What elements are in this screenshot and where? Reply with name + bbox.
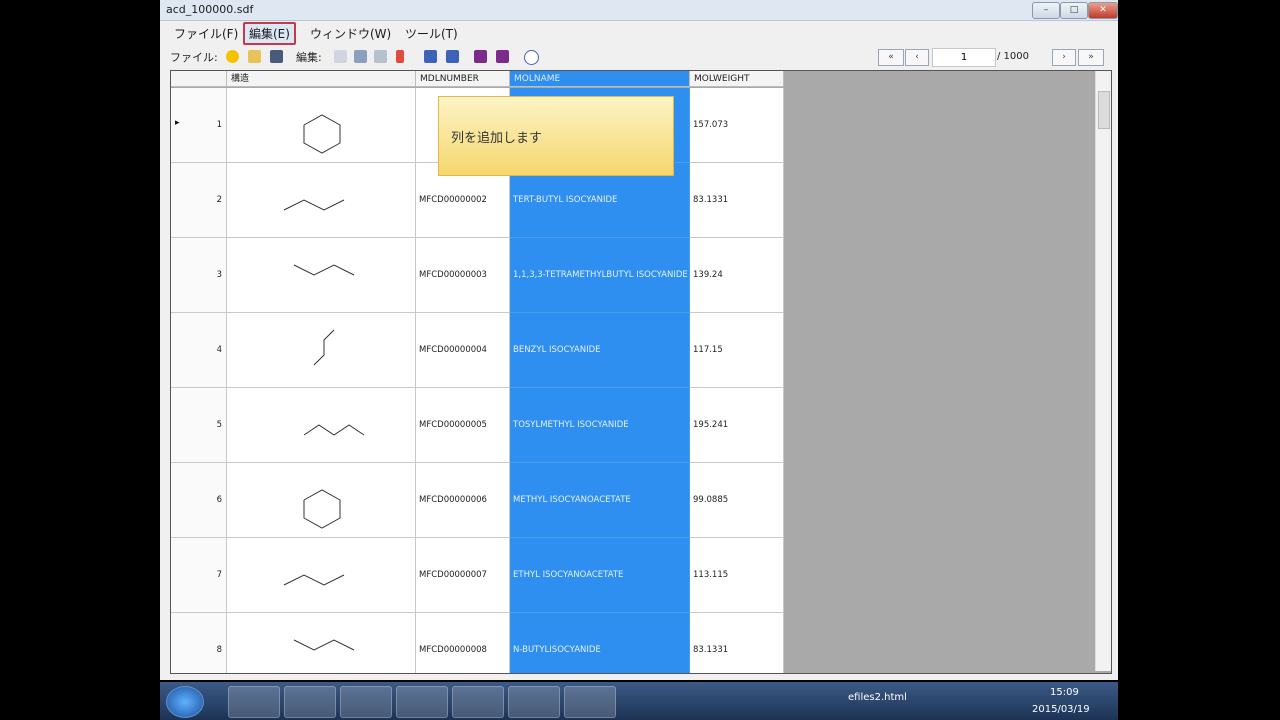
molecule-structure-image: [293, 639, 355, 651]
first-page-button[interactable]: «: [878, 49, 904, 66]
file-toolbar-label: ファイル:: [170, 51, 218, 64]
row-header-corner: [171, 71, 227, 87]
mdlnumber-cell[interactable]: MFCD00000005: [416, 388, 510, 463]
current-row-indicator-icon: ▸: [175, 118, 180, 128]
delete-icon[interactable]: [396, 50, 404, 63]
molweight-cell[interactable]: 117.15: [690, 313, 784, 388]
mdlnumber-cell[interactable]: MFCD00000004: [416, 313, 510, 388]
delete-column-icon[interactable]: [496, 50, 509, 63]
page-number-input[interactable]: 1: [932, 48, 996, 67]
menu-tools[interactable]: ツール(T): [401, 24, 462, 43]
title-bar: acd_100000.sdf – □ ✕: [160, 0, 1118, 21]
structure-cell[interactable]: [227, 313, 416, 388]
column-header-mdlnumber[interactable]: MDLNUMBER: [416, 71, 510, 87]
taskbar-outlook-icon[interactable]: [396, 686, 448, 718]
column-header-structure[interactable]: 構造: [227, 71, 416, 87]
delete-row-icon[interactable]: [474, 50, 487, 63]
molecule-structure-image: [293, 264, 355, 276]
molecule-structure-image: [303, 489, 341, 529]
column-header-molname[interactable]: MOLNAME: [510, 71, 690, 87]
application-window: acd_100000.sdf – □ ✕ ファイル(F) 編集(E) ウィンドウ…: [160, 0, 1118, 680]
molname-cell[interactable]: 1,1,3,3-TETRAMETHYLBUTYL ISOCYANIDE: [510, 238, 690, 313]
last-page-button[interactable]: »: [1078, 49, 1104, 66]
molname-cell[interactable]: TOSYLMETHYL ISOCYANIDE: [510, 388, 690, 463]
row-number[interactable]: 6: [171, 463, 227, 538]
row-number[interactable]: 4: [171, 313, 227, 388]
toolbar: ファイル: 編集: « ‹ 1 / 1000 › »: [160, 44, 1118, 68]
structure-cell[interactable]: [227, 613, 416, 673]
column-header-molweight[interactable]: MOLWEIGHT: [690, 71, 784, 87]
mdlnumber-cell[interactable]: MFCD00000008: [416, 613, 510, 673]
structure-cell[interactable]: [227, 388, 416, 463]
mdlnumber-cell[interactable]: MFCD00000007: [416, 538, 510, 613]
menu-window[interactable]: ウィンドウ(W): [306, 24, 395, 43]
row-number[interactable]: 3: [171, 238, 227, 313]
taskbar-app-icon[interactable]: [340, 686, 392, 718]
molweight-cell[interactable]: 157.073: [690, 88, 784, 163]
start-button[interactable]: [166, 686, 204, 718]
molecule-structure-image: [283, 199, 345, 211]
page-total: / 1000: [997, 51, 1029, 62]
taskbar-active-item[interactable]: efiles2.html: [848, 692, 907, 703]
clock-time: 15:09: [1050, 687, 1079, 698]
molweight-cell[interactable]: 83.1331: [690, 613, 784, 673]
row-number[interactable]: 5: [171, 388, 227, 463]
row-number[interactable]: 8: [171, 613, 227, 673]
row-number[interactable]: 2: [171, 163, 227, 238]
taskbar: efiles2.html 15:09 2015/03/19: [160, 682, 1118, 720]
molname-cell[interactable]: ETHYL ISOCYANOACETATE: [510, 538, 690, 613]
molecule-structure-image: [313, 329, 335, 366]
molecule-structure-image: [283, 574, 345, 586]
row-number[interactable]: 7: [171, 538, 227, 613]
add-column-icon[interactable]: [446, 50, 459, 63]
molweight-cell[interactable]: 139.24: [690, 238, 784, 313]
structure-cell[interactable]: [227, 463, 416, 538]
molname-cell[interactable]: BENZYL ISOCYANIDE: [510, 313, 690, 388]
prev-page-button[interactable]: ‹: [905, 49, 929, 66]
open-folder-icon[interactable]: [248, 50, 261, 63]
menu-bar: ファイル(F) 編集(E) ウィンドウ(W) ツール(T): [160, 21, 1118, 45]
edit-toolbar-label: 編集:: [296, 51, 322, 64]
structure-cell[interactable]: [227, 163, 416, 238]
structure-cell[interactable]: [227, 538, 416, 613]
new-icon[interactable]: [226, 50, 239, 63]
molweight-cell[interactable]: 99.0885: [690, 463, 784, 538]
add-row-icon[interactable]: [424, 50, 437, 63]
vertical-scrollbar[interactable]: [1095, 71, 1111, 671]
clock-date: 2015/03/19: [1032, 704, 1090, 715]
window-title: acd_100000.sdf: [166, 3, 254, 16]
paste-icon[interactable]: [374, 50, 387, 63]
close-button[interactable]: ✕: [1088, 2, 1118, 19]
maximize-button[interactable]: □: [1060, 2, 1088, 19]
tooltip: 列を追加します: [438, 96, 674, 176]
info-icon[interactable]: [524, 50, 539, 65]
taskbar-explorer-icon[interactable]: [284, 686, 336, 718]
taskbar-ie-icon[interactable]: [228, 686, 280, 718]
taskbar-sdf-icon[interactable]: [564, 686, 616, 718]
molecule-structure-image: [303, 424, 365, 436]
molweight-cell[interactable]: 113.115: [690, 538, 784, 613]
structure-cell[interactable]: [227, 238, 416, 313]
mdlnumber-cell[interactable]: MFCD00000003: [416, 238, 510, 313]
taskbar-excel-icon[interactable]: [452, 686, 504, 718]
molname-cell[interactable]: METHYL ISOCYANOACETATE: [510, 463, 690, 538]
scroll-thumb[interactable]: [1098, 91, 1110, 129]
mdlnumber-cell[interactable]: MFCD00000006: [416, 463, 510, 538]
cut-icon[interactable]: [354, 50, 367, 63]
molweight-cell[interactable]: 195.241: [690, 388, 784, 463]
molecule-structure-image: [303, 114, 341, 154]
menu-file[interactable]: ファイル(F): [170, 24, 242, 43]
taskbar-pdf-icon[interactable]: [508, 686, 560, 718]
structure-cell[interactable]: [227, 88, 416, 163]
tooltip-text: 列を追加します: [451, 131, 543, 146]
next-page-button[interactable]: ›: [1052, 49, 1076, 66]
molweight-cell[interactable]: 83.1331: [690, 163, 784, 238]
copy-icon[interactable]: [334, 50, 347, 63]
menu-edit[interactable]: 編集(E): [243, 22, 296, 45]
minimize-button[interactable]: –: [1032, 2, 1060, 19]
save-icon[interactable]: [270, 50, 283, 63]
molname-cell[interactable]: N-BUTYLISOCYANIDE: [510, 613, 690, 673]
